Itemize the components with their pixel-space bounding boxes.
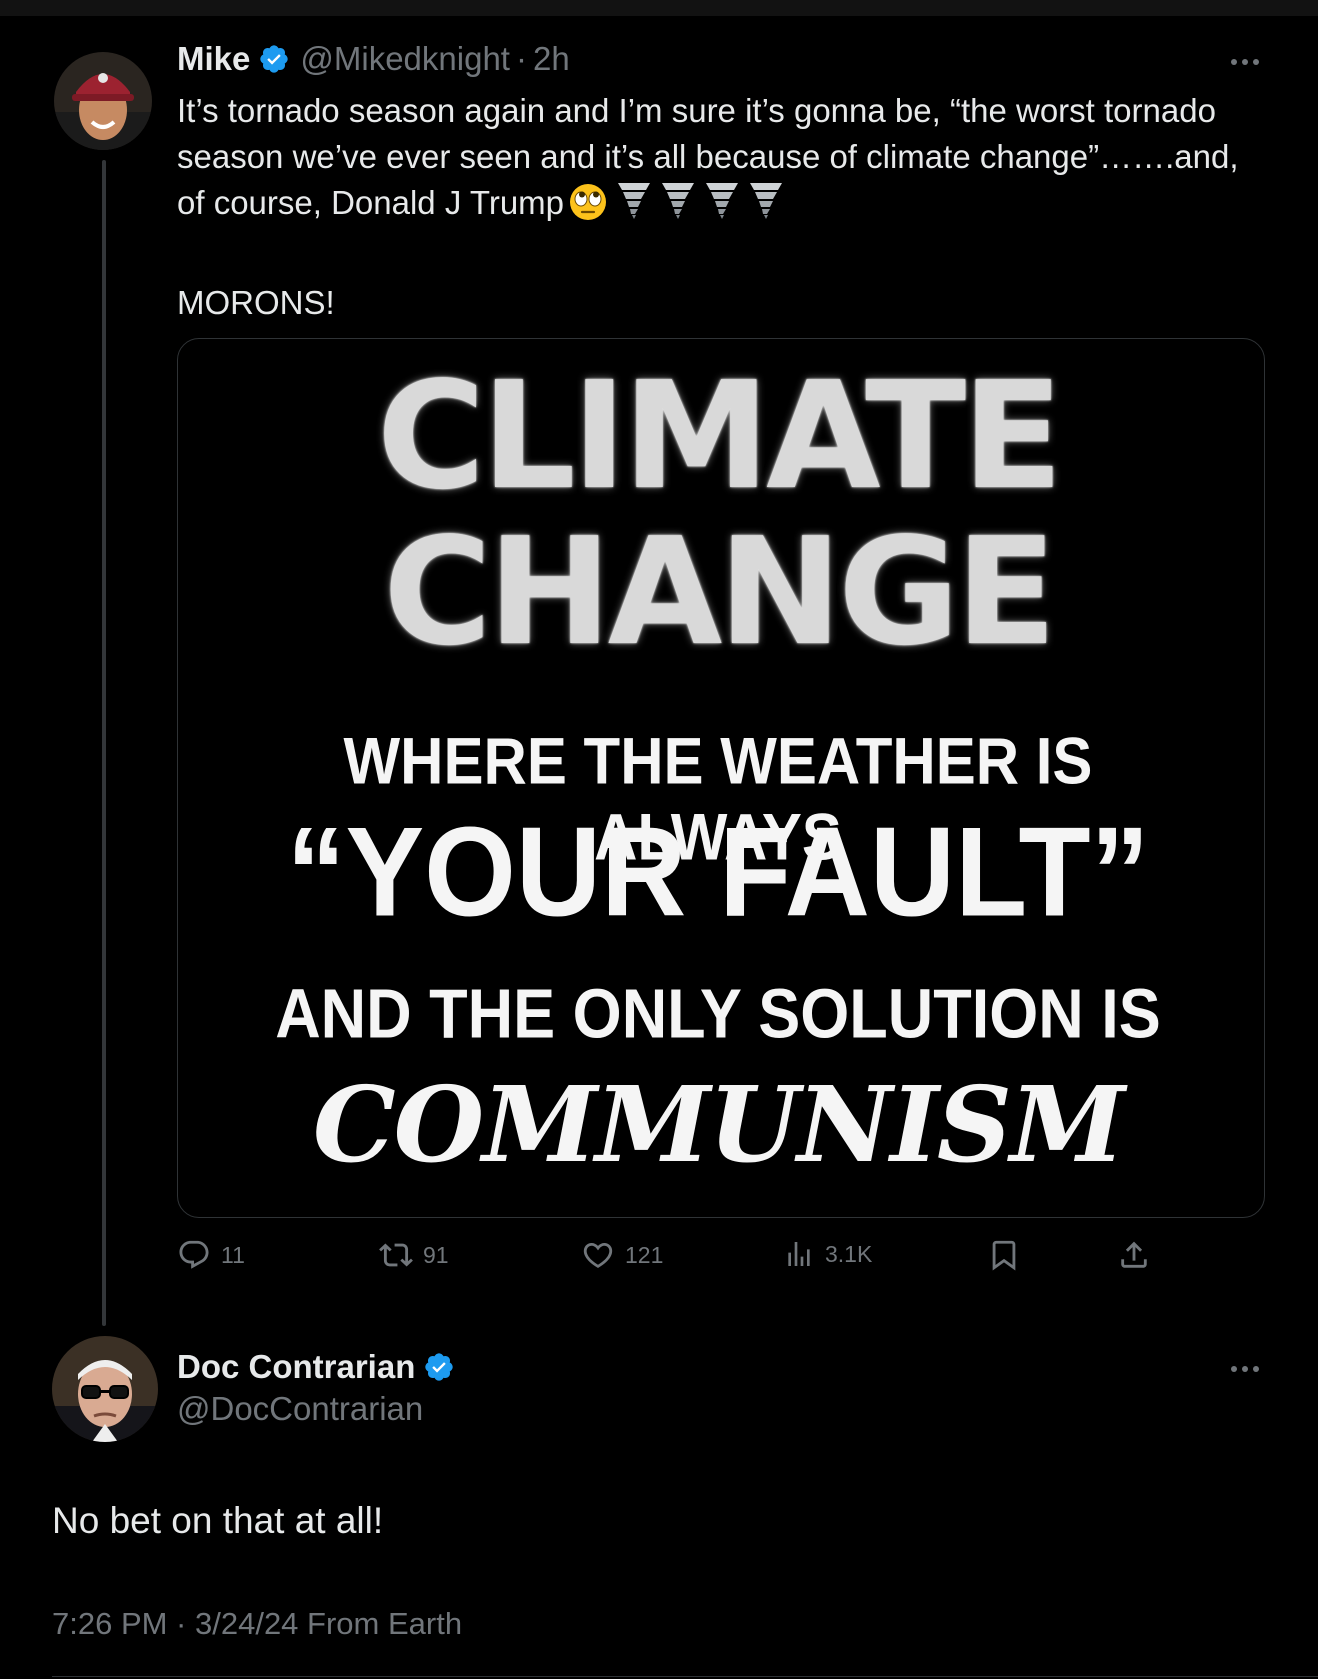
reply-count: 11	[221, 1241, 245, 1268]
tornado-emoji-icon	[660, 180, 696, 232]
heart-icon	[581, 1238, 615, 1272]
author-handle[interactable]: @Mikedknight	[300, 40, 510, 78]
repost-icon	[379, 1238, 413, 1272]
post-text-line: season we’ve ever seen and it’s all beca…	[177, 138, 1239, 175]
share-icon	[1117, 1238, 1151, 1272]
views-button[interactable]: 3.1K	[783, 1238, 872, 1270]
reply-icon	[177, 1238, 211, 1272]
views-count: 3.1K	[825, 1240, 873, 1267]
top-bar	[0, 0, 1318, 16]
avatar-mike[interactable]	[54, 52, 152, 150]
post-text-line: MORONS!	[177, 284, 335, 321]
tornado-emoji-icon	[616, 180, 652, 232]
reply-author-handle[interactable]: @DocContrarian	[177, 1390, 423, 1428]
reply-button[interactable]: 11	[177, 1238, 245, 1272]
image-text-change: CHANGE	[383, 506, 1056, 678]
image-text-communism: COMMUNISM	[312, 1063, 1125, 1186]
repost-count: 91	[423, 1241, 449, 1268]
image-text-climate: CLIMATE	[376, 350, 1063, 522]
like-button[interactable]: 121	[581, 1238, 663, 1272]
share-button[interactable]	[1117, 1238, 1151, 1272]
rolling-eyes-emoji-icon	[568, 182, 608, 234]
verified-badge-icon	[423, 1351, 455, 1383]
thread-connector-line	[102, 160, 106, 1326]
post-action-bar: 11 91 121 3.1K	[177, 1238, 1177, 1278]
divider	[52, 1676, 1318, 1677]
tornado-emoji-icon	[748, 180, 784, 232]
post-text-line-with-emoji: of course, Donald J Trump	[177, 180, 1277, 234]
more-options-icon[interactable]	[1231, 1366, 1259, 1372]
reply-author-name[interactable]: Doc Contrarian	[177, 1348, 415, 1386]
post-text: It’s tornado season again and I’m sure i…	[177, 88, 1277, 326]
reply-header-handle: @DocContrarian	[177, 1390, 423, 1428]
repost-button[interactable]: 91	[379, 1238, 449, 1272]
more-options-icon[interactable]	[1231, 59, 1259, 65]
bookmark-button[interactable]	[987, 1238, 1021, 1272]
image-text-your-fault: “YOUR FAULT”	[286, 801, 1150, 944]
reply-timestamp[interactable]: 7:26 PM · 3/24/24 From Earth	[52, 1606, 462, 1642]
post-header: Mike @Mikedknight · 2h	[177, 40, 570, 78]
separator-dot: ·	[515, 40, 527, 77]
post-time[interactable]: 2h	[533, 40, 570, 78]
author-name[interactable]: Mike	[177, 40, 250, 78]
like-count: 121	[625, 1241, 664, 1268]
tornado-emoji-icon	[704, 180, 740, 232]
bookmark-icon	[987, 1238, 1021, 1272]
analytics-icon	[783, 1238, 815, 1270]
verified-badge-icon	[258, 43, 290, 75]
post-media-image[interactable]: CLIMATE CHANGE WHERE THE WEATHER IS ALWA…	[177, 338, 1265, 1218]
post-text-line: It’s tornado season again and I’m sure i…	[177, 92, 1216, 129]
avatar-doc-contrarian[interactable]	[52, 1336, 158, 1442]
reply-header-name: Doc Contrarian	[177, 1348, 465, 1386]
post-text-line: of course, Donald J Trump	[177, 184, 565, 221]
reply-text: No bet on that at all!	[52, 1500, 384, 1541]
image-text-solution: AND THE ONLY SOLUTION IS	[275, 976, 1161, 1054]
